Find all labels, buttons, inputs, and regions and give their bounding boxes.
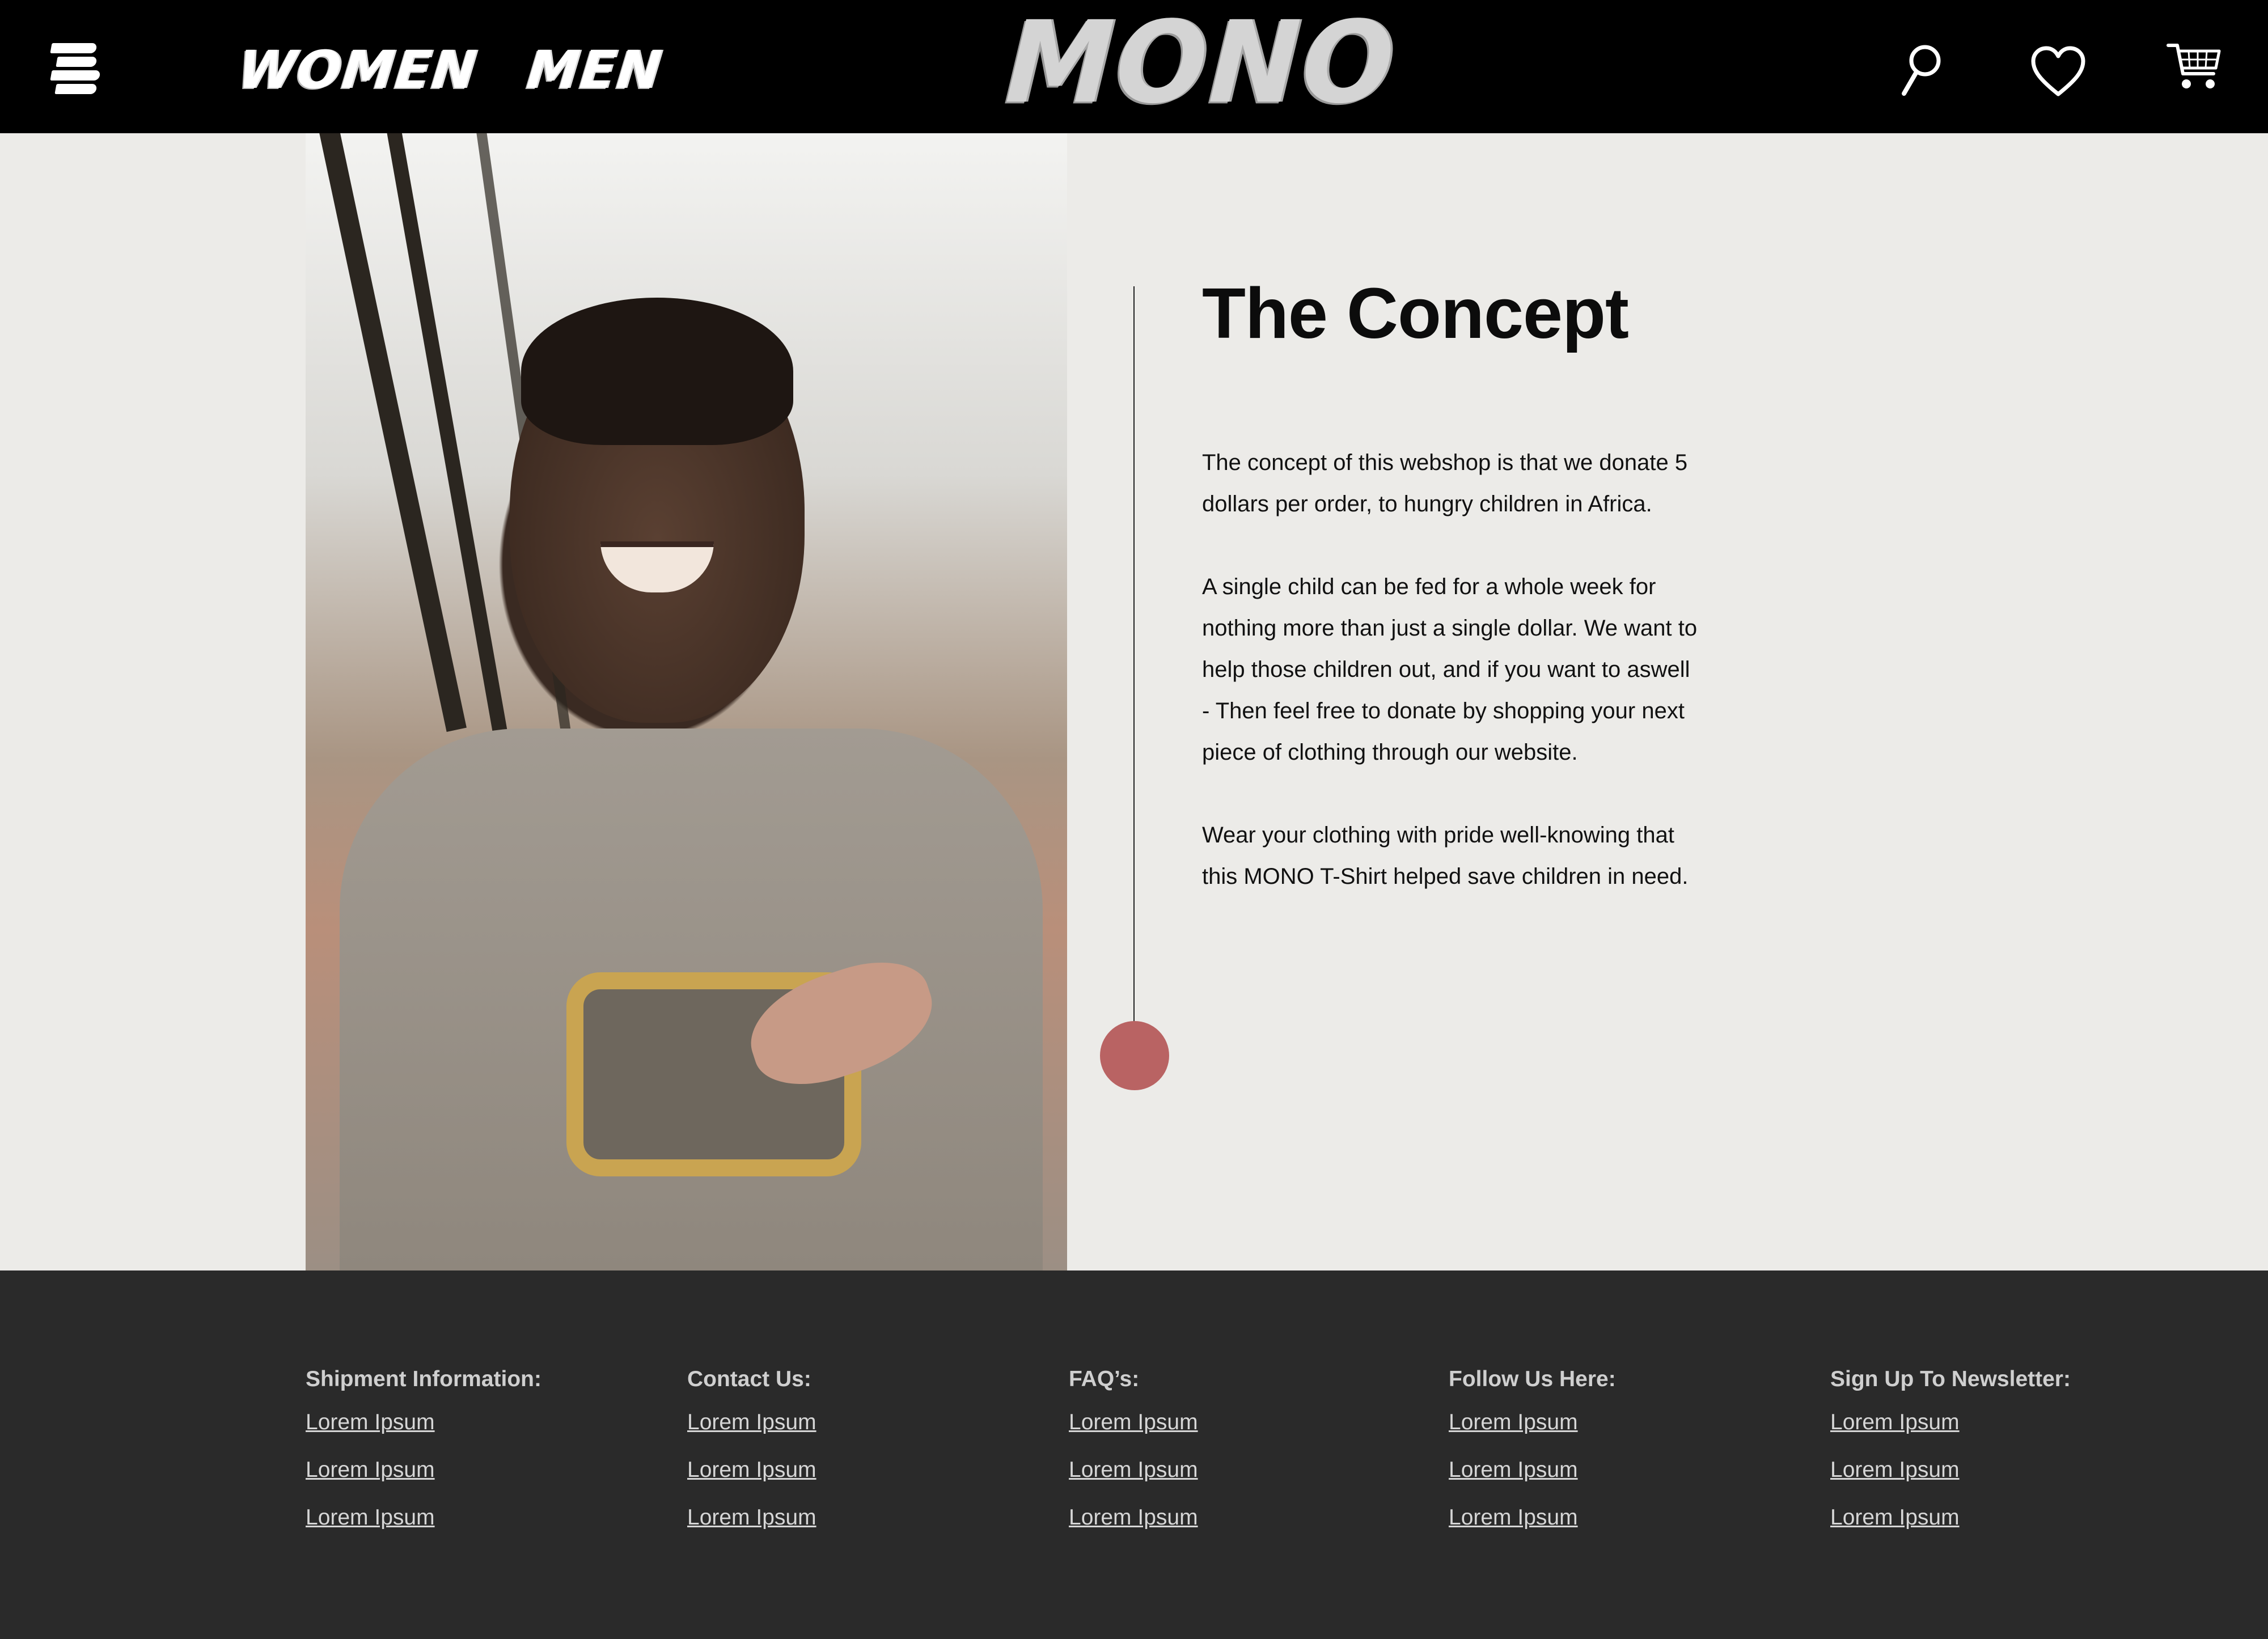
cart-icon[interactable] xyxy=(2166,41,2223,94)
footer-link[interactable]: Lorem Ipsum xyxy=(1069,1409,1409,1435)
footer-column-follow: Follow Us Here: Lorem Ipsum Lorem Ipsum … xyxy=(1449,1367,1789,1552)
footer-column-contact: Contact Us: Lorem Ipsum Lorem Ipsum Lore… xyxy=(687,1367,1027,1552)
concept-paragraph: Wear your clothing with pride well-knowi… xyxy=(1202,823,1689,889)
timeline-dot xyxy=(1100,1021,1169,1090)
footer-link[interactable]: Lorem Ipsum xyxy=(1449,1504,1789,1531)
footer-column-newsletter: Sign Up To Newsletter: Lorem Ipsum Lorem… xyxy=(1830,1367,2170,1552)
footer-link[interactable]: Lorem Ipsum xyxy=(1830,1409,2170,1435)
footer-column-title: Contact Us: xyxy=(687,1367,811,1391)
menu-icon[interactable] xyxy=(50,41,103,100)
concept-paragraph: The concept of this webshop is that we d… xyxy=(1202,450,1688,516)
footer: Shipment Information: Lorem Ipsum Lorem … xyxy=(0,1270,2268,1639)
footer-column-faq: FAQ’s: Lorem Ipsum Lorem Ipsum Lorem Ips… xyxy=(1069,1367,1409,1552)
concept-paragraph: A single child can be fed for a whole we… xyxy=(1202,574,1698,765)
footer-link[interactable]: Lorem Ipsum xyxy=(687,1456,1027,1483)
footer-link[interactable]: Lorem Ipsum xyxy=(1069,1456,1409,1483)
timeline-line xyxy=(1133,286,1135,1023)
footer-link[interactable]: Lorem Ipsum xyxy=(1449,1409,1789,1435)
footer-column-title: Sign Up To Newsletter: xyxy=(1830,1367,2071,1391)
heart-icon[interactable] xyxy=(2030,45,2087,98)
brand-logo[interactable]: MONO xyxy=(1003,0,1399,129)
footer-column-shipment: Shipment Information: Lorem Ipsum Lorem … xyxy=(306,1367,646,1552)
footer-link[interactable]: Lorem Ipsum xyxy=(1830,1456,2170,1483)
footer-link[interactable]: Lorem Ipsum xyxy=(687,1409,1027,1435)
nav-men-link[interactable]: MEN xyxy=(524,40,665,100)
footer-link[interactable]: Lorem Ipsum xyxy=(306,1504,646,1531)
footer-link[interactable]: Lorem Ipsum xyxy=(1830,1504,2170,1531)
search-icon[interactable] xyxy=(1899,43,1945,99)
footer-column-title: Shipment Information: xyxy=(306,1367,541,1391)
footer-link[interactable]: Lorem Ipsum xyxy=(306,1456,646,1483)
footer-link[interactable]: Lorem Ipsum xyxy=(1069,1504,1409,1531)
top-navbar: WOMEN MEN MONO xyxy=(0,0,2268,133)
nav-women-link[interactable]: WOMEN xyxy=(235,40,480,100)
concept-heading: The Concept xyxy=(1202,273,1629,353)
footer-link[interactable]: Lorem Ipsum xyxy=(306,1409,646,1435)
concept-body: The concept of this webshop is that we d… xyxy=(1202,442,1701,939)
footer-link[interactable]: Lorem Ipsum xyxy=(1449,1456,1789,1483)
footer-column-title: FAQ’s: xyxy=(1069,1367,1140,1391)
footer-column-title: Follow Us Here: xyxy=(1449,1367,1616,1391)
hero-photo-smiling-child xyxy=(306,133,1067,1270)
footer-link[interactable]: Lorem Ipsum xyxy=(687,1504,1027,1531)
